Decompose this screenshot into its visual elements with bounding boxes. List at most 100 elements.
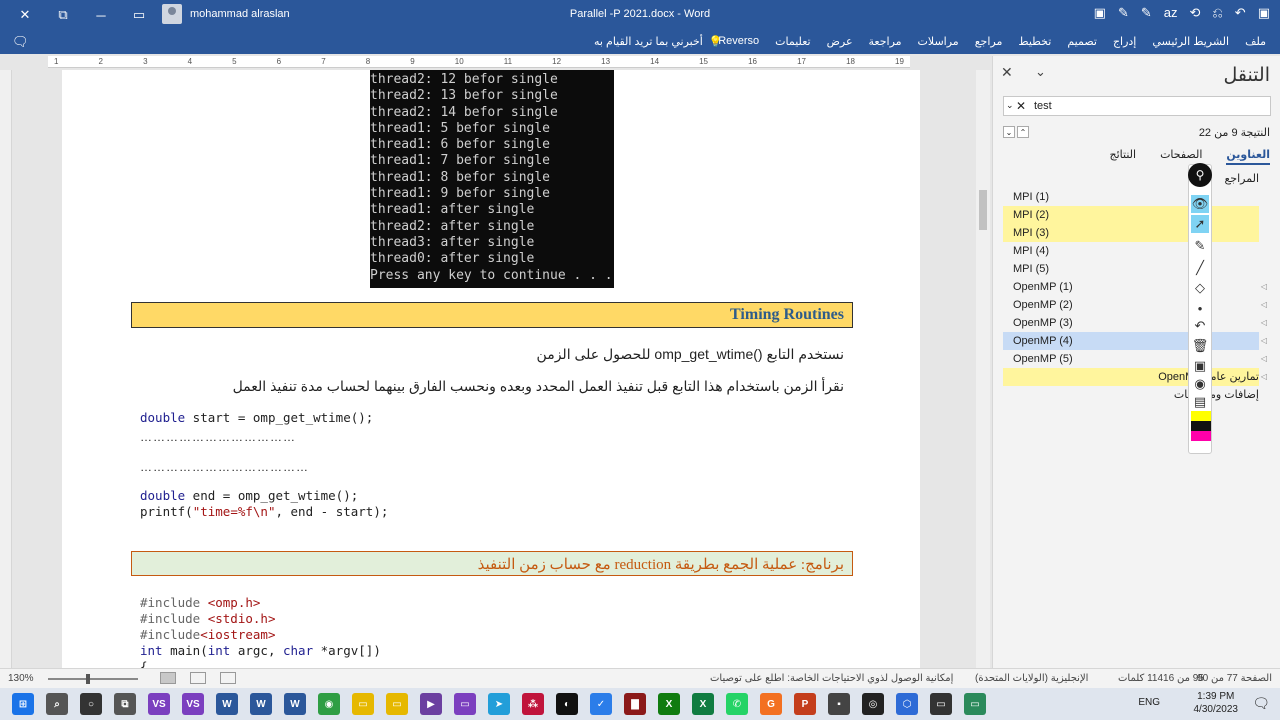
taskbar-app-icon[interactable]: ⬡ [896,693,918,715]
color-swatch[interactable] [1191,421,1211,431]
taskbar-app-icon[interactable]: ✆ [726,693,748,715]
previous-result-button[interactable]: ⌃ [1017,126,1029,138]
clear-search-icon[interactable]: ✕ [1016,99,1026,113]
search-input[interactable]: ⌄ ✕ test [1003,96,1271,116]
taskbar-app-icon[interactable]: ⌕ [46,693,68,715]
nav-heading-item[interactable]: تمارين عامة OpenMP ◁ [1003,368,1267,386]
notification-icon[interactable]: 🗨 [1252,695,1270,712]
taskbar-app-icon[interactable]: X [692,693,714,715]
taskbar-app-icon[interactable]: ⁂ [522,693,544,715]
nav-heading-item[interactable]: OpenMP (5) ◁ [1003,350,1267,368]
print-layout-button[interactable] [160,672,176,684]
close-icon[interactable]: ✕ [1001,64,1013,81]
page-number[interactable]: الصفحة 77 من 90 [1197,673,1272,684]
taskbar-app-icon[interactable]: ▭ [930,693,952,715]
tab-review[interactable]: مراجعة [869,35,902,48]
tab-headings[interactable]: العناوين [1226,148,1270,165]
taskbar-app-icon[interactable]: ◐ [556,693,578,715]
taskbar-app-icon[interactable]: W [250,693,272,715]
chevron-down-icon[interactable]: ⌄ [1035,64,1046,80]
taskbar-app-icon[interactable]: ➤ [488,693,510,715]
save-icon[interactable]: ▣ [1258,5,1270,21]
redo-icon[interactable]: ⟲ [1189,5,1200,21]
taskbar-app-icon[interactable]: G [760,693,782,715]
web-layout-button[interactable] [190,672,206,684]
cursor-icon[interactable]: ➚ [1191,215,1209,233]
taskbar-app-icon[interactable]: W [284,693,306,715]
nav-heading-item[interactable]: MPI (2) [1003,206,1259,224]
dot-icon[interactable]: • [1191,299,1209,317]
account-name[interactable]: mohammad alraslan [190,8,290,20]
taskbar-app-icon[interactable]: ○ [80,693,102,715]
tab-references[interactable]: مراجع [975,35,1003,48]
line-icon[interactable]: ╱ [1191,259,1209,277]
taskbar-app-icon[interactable]: ▇ [624,693,646,715]
nav-heading-item[interactable]: OpenMP (1) ◁ [1003,278,1267,296]
color-swatch[interactable] [1191,411,1211,421]
taskbar-app-icon[interactable]: VS [182,693,204,715]
avatar[interactable] [162,4,182,24]
undo-icon[interactable]: ↶ [1235,5,1246,21]
expand-icon[interactable]: ◁ [1261,314,1267,332]
zoom-slider[interactable] [48,674,138,684]
taskbar-app-icon[interactable]: ▭ [386,693,408,715]
camera-icon[interactable]: ◉ [1191,375,1209,393]
nav-heading-item[interactable]: OpenMP (2) ◁ [1003,296,1267,314]
tell-me-search[interactable]: أخبرني بما تريد القيام به 💡 [594,35,723,48]
search-options-icon[interactable]: ⌄ [1006,100,1014,111]
ribbon-display-options-button[interactable]: ▭ [120,5,158,25]
input-language[interactable]: ENG [1138,697,1160,708]
color-swatch[interactable] [1191,431,1211,441]
restore-window-button[interactable]: ⧉ [44,5,82,25]
taskbar-app-icon[interactable]: ⊞ [12,693,34,715]
nav-heading-item[interactable]: MPI (3) [1003,224,1259,242]
touch-mode-icon[interactable]: ⎌ [1212,5,1222,21]
tab-reverso[interactable]: Reverso [718,35,759,48]
taskbar-app-icon[interactable]: ▭ [352,693,374,715]
expand-icon[interactable]: ◁ [1261,350,1267,368]
taskbar-app-icon[interactable]: ⧉ [114,693,136,715]
taskbar-app-icon[interactable]: VS [148,693,170,715]
expand-icon[interactable]: ◁ [1261,296,1267,314]
close-window-button[interactable]: ✕ [6,5,44,25]
tab-file[interactable]: ملف [1245,35,1266,48]
read-mode-button[interactable] [220,672,236,684]
horizontal-ruler[interactable]: 1 2 3 4 5 6 7 8 9 10 11 12 13 14 15 16 17 18 19 [48,56,910,68]
tab-insert[interactable]: إدراج [1113,35,1136,48]
tab-mailings[interactable]: مراسلات [918,35,959,48]
expand-icon[interactable]: ◁ [1261,332,1267,350]
eraser-icon[interactable]: ◇ [1191,279,1209,297]
tab-home[interactable]: الشريط الرئيسي [1152,35,1229,48]
taskbar-app-icon[interactable]: ▭ [454,693,476,715]
clipboard-icon[interactable]: ▤ [1191,393,1209,411]
taskbar-app-icon[interactable]: ◎ [862,693,884,715]
board-icon[interactable]: ▣ [1191,357,1209,375]
tab-results[interactable]: النتائج [1110,148,1137,165]
next-result-button[interactable]: ⌄ [1003,126,1015,138]
document-page[interactable]: thread2: 12 befor single thread2: 13 befo… [62,70,920,668]
taskbar-app-icon[interactable]: W [216,693,238,715]
vertical-scrollbar[interactable] [976,70,990,668]
tab-layout[interactable]: تخطيط [1018,35,1051,48]
taskbar-app-icon[interactable]: X [658,693,680,715]
nav-heading-item[interactable]: OpenMP (3) ◁ [1003,314,1267,332]
comment-icon[interactable]: 🗨 [12,34,29,50]
nav-heading-item[interactable]: OpenMP (4) ◁ [1003,332,1267,350]
tab-help[interactable]: تعليمات [775,35,810,48]
tab-design[interactable]: تصميم [1067,35,1097,48]
nav-heading-item[interactable]: إضافات وملاحظات [1003,386,1259,404]
taskbar-app-icon[interactable]: ▭ [964,693,986,715]
minimize-window-button[interactable]: ─ [82,5,120,25]
taskbar-app-icon[interactable]: P [794,693,816,715]
nav-heading-item[interactable]: MPI (1) [1003,188,1259,206]
eye-icon[interactable]: 👁 [1191,195,1209,213]
word-count[interactable]: 95 من 11416 كلمات [1118,673,1204,684]
taskbar-app-icon[interactable]: ▶ [420,693,442,715]
accessibility-status[interactable]: إمكانية الوصول لذوي الاحتياجات الخاصة: ا… [710,673,953,684]
spelling-icon[interactable]: az [1164,5,1178,21]
color-swatches[interactable] [1191,411,1211,451]
language-status[interactable]: الإنجليزية (الولايات المتحدة) [975,673,1088,684]
scrollbar-thumb[interactable] [979,190,987,230]
taskbar-app-icon[interactable]: ✓ [590,693,612,715]
nav-heading-item[interactable]: المراجع [1003,170,1259,188]
